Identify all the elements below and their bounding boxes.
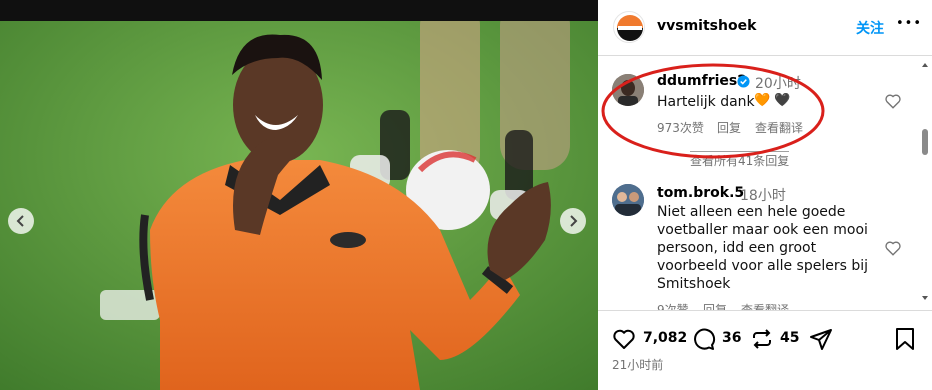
next-image-button[interactable] bbox=[560, 208, 586, 234]
like-comment-heart-icon[interactable] bbox=[884, 239, 902, 257]
post-action-bar: 7,082 36 45 21小时前 bbox=[598, 310, 932, 390]
comment-line: Niet alleen een hele goede bbox=[657, 204, 846, 220]
comment-username[interactable]: tom.brok.5 bbox=[657, 185, 744, 201]
commenter-avatar[interactable] bbox=[612, 184, 644, 216]
repost-count[interactable]: 45 bbox=[780, 330, 799, 346]
comment-line: voorbeeld voor alle spelers bij bbox=[657, 258, 869, 274]
like-heart-icon[interactable] bbox=[612, 327, 636, 351]
post-timestamp: 21小时前 bbox=[612, 358, 664, 372]
chevron-left-icon bbox=[16, 215, 24, 227]
comment-time: 18小时 bbox=[740, 188, 786, 204]
comment-line: persoon, idd een groot bbox=[657, 240, 817, 256]
scrollbar-graphic bbox=[922, 63, 928, 300]
group-photo-icon bbox=[612, 184, 644, 216]
comment-count[interactable]: 36 bbox=[722, 330, 741, 346]
repost-icon[interactable] bbox=[750, 327, 774, 351]
comment-text: Niet alleen een hele goede voetballer ma… bbox=[657, 203, 887, 293]
share-send-icon[interactable] bbox=[809, 327, 833, 351]
comments-scrollbar[interactable] bbox=[918, 57, 932, 310]
post-photo[interactable] bbox=[0, 0, 598, 390]
previous-image-button[interactable] bbox=[8, 208, 34, 234]
post-header: vvsmitshoek 关注 ••• bbox=[598, 0, 932, 56]
club-logo-icon bbox=[617, 15, 643, 41]
more-options-button[interactable]: ••• bbox=[896, 16, 922, 31]
like-count[interactable]: 7,082 bbox=[643, 330, 687, 346]
chevron-right-icon bbox=[570, 215, 578, 227]
comment-line: Smitshoek bbox=[657, 276, 731, 292]
comment-line: voetballer maar ook een mooi bbox=[657, 222, 868, 238]
account-username[interactable]: vvsmitshoek bbox=[657, 18, 756, 34]
player-photo bbox=[0, 0, 598, 390]
photo-top-strip bbox=[0, 0, 598, 21]
like-comment-heart-icon[interactable] bbox=[884, 92, 902, 110]
comment-bubble-icon[interactable] bbox=[692, 327, 716, 351]
account-avatar[interactable] bbox=[613, 11, 645, 43]
save-bookmark-icon[interactable] bbox=[894, 327, 916, 351]
red-annotation-circle bbox=[601, 63, 825, 159]
follow-button[interactable]: 关注 bbox=[856, 18, 884, 38]
